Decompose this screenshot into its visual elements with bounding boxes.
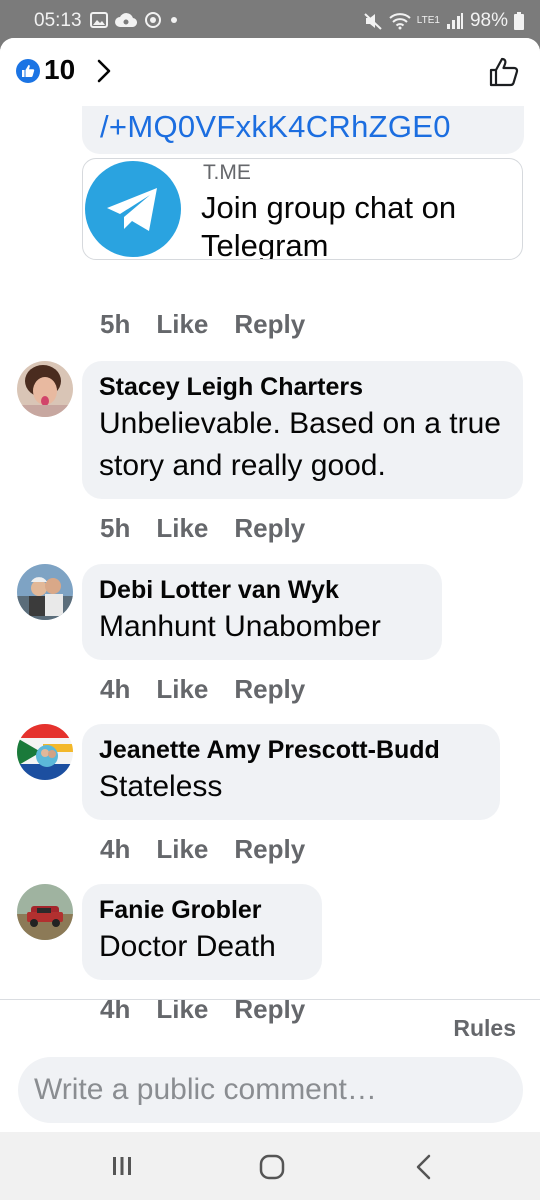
link-preview-domain: T.ME [203,161,251,184]
comment-bubble[interactable]: Fanie Grobler Doctor Death [82,884,322,980]
comment-bubble[interactable]: Stacey Leigh Charters Unbelievable. Base… [82,361,523,499]
avatar[interactable] [17,884,73,940]
link-preview-title: Join group chat on Telegram [201,190,457,260]
comment-time: 4h [100,834,131,864]
system-nav-bar [0,1132,540,1200]
comment-composer[interactable] [18,1057,523,1123]
divider [0,999,540,1000]
reactions-header: 10 [0,38,540,106]
rules-link[interactable]: Rules [453,1015,516,1042]
comment-bubble[interactable]: Debi Lotter van Wyk Manhunt Unabomber [82,564,442,660]
status-right-icons: LTE1 98% [363,10,524,32]
avatar[interactable] [17,564,73,620]
like-badge-icon[interactable] [16,59,40,83]
comment-actions: 5h Like Reply [100,309,305,340]
avatar[interactable] [17,724,73,780]
comment-time: 5h [100,513,131,543]
network-label: LTE1 [416,15,440,26]
reply-button[interactable]: Reply [234,513,305,544]
comments-sheet: 10 /+MQ0VFxkK4CRhZGE0 T.ME Join group ch… [0,38,540,1132]
telegram-link[interactable]: /+MQ0VFxkK4CRhZGE0 [100,109,451,145]
comment-time: 4h [100,674,131,704]
comment-actions: 4h Like Reply [100,834,305,865]
like-button[interactable]: Like [156,834,208,865]
link-preview-card[interactable]: T.ME Join group chat on Telegram [82,158,523,260]
comment-author[interactable]: Stacey Leigh Charters [99,371,506,403]
chevron-right-icon[interactable] [96,58,112,84]
reply-button[interactable]: Reply [234,674,305,705]
reply-button[interactable]: Reply [234,309,305,340]
like-button[interactable]: Like [156,674,208,705]
comment-actions: 4h Like Reply [100,674,305,705]
battery-icon [514,12,524,30]
signal-icon [446,13,463,29]
status-time: 05:13 [34,10,82,31]
reply-button[interactable]: Reply [234,834,305,865]
thumbs-up-icon[interactable] [488,56,520,88]
cloud-icon [115,13,137,28]
wifi-icon [389,13,411,30]
like-count[interactable]: 10 [44,54,75,86]
back-icon[interactable] [414,1154,434,1180]
comment-actions: 5h Like Reply [100,513,305,544]
home-icon[interactable] [259,1154,285,1180]
comment-text: Manhunt Unabomber [99,610,381,643]
like-button[interactable]: Like [156,513,208,544]
comment-author[interactable]: Fanie Grobler [99,894,305,926]
avatar[interactable] [17,361,73,417]
comment-input[interactable] [34,1065,504,1115]
dot-icon [171,17,177,23]
comment-text: Stateless [99,770,223,803]
status-left-icons [90,11,179,29]
battery-percent: 98% [469,10,508,31]
comment-text: Unbelievable. Based on a true story and … [99,407,501,482]
like-button[interactable]: Like [156,309,208,340]
status-bar: 05:13 LTE1 98% [0,0,540,40]
comment-author[interactable]: Debi Lotter van Wyk [99,574,425,606]
comment-author[interactable]: Jeanette Amy Prescott-Budd [99,734,483,766]
mute-icon [364,13,382,30]
comment-bubble[interactable]: Jeanette Amy Prescott-Budd Stateless [82,724,500,820]
recent-apps-icon[interactable] [110,1154,134,1178]
sync-icon [145,12,161,28]
comment-text: Doctor Death [99,930,276,963]
gallery-icon [90,12,108,28]
telegram-logo-icon [83,159,185,259]
comment-time: 5h [100,309,131,339]
